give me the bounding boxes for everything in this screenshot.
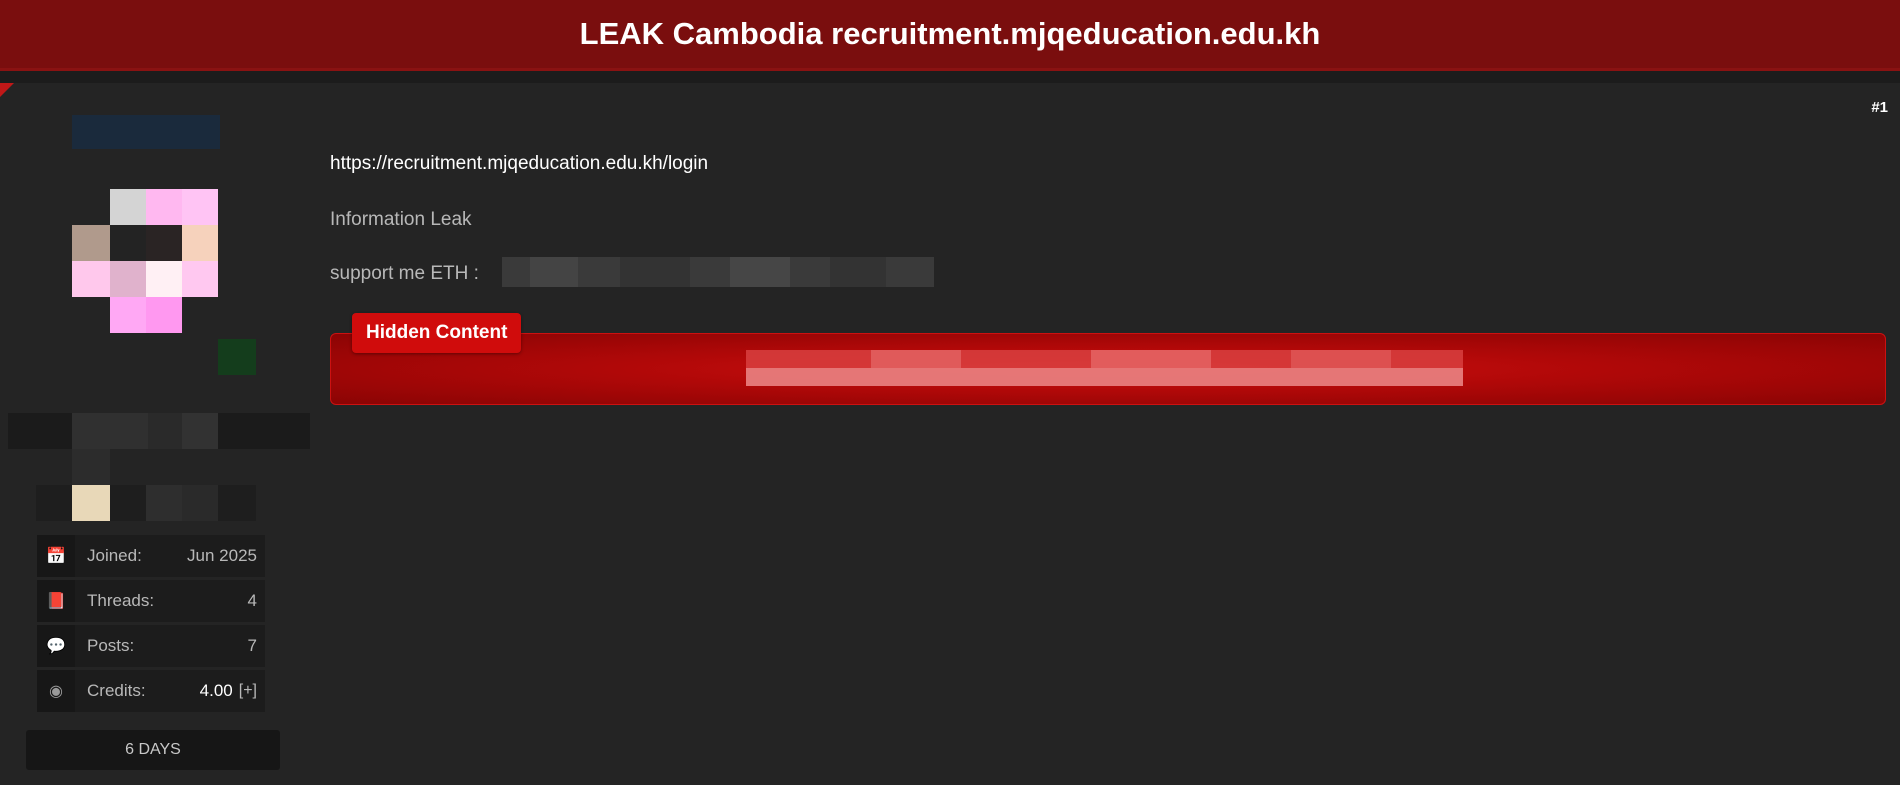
post-link[interactable]: https://recruitment.mjqeducation.edu.kh/… [330, 153, 708, 175]
post-info-text: Information Leak [330, 209, 472, 230]
header-divider [0, 71, 1900, 83]
support-text: support me ETH : [330, 263, 479, 284]
book-icon: 📕 [37, 580, 75, 622]
stat-credits: ◉ Credits: 4.00 [+] [37, 670, 265, 712]
stat-joined: 📅 Joined: Jun 2025 [37, 535, 265, 577]
thread-title: LEAK Cambodia recruitment.mjqeducation.e… [579, 16, 1321, 51]
post-number[interactable]: #1 [1871, 99, 1888, 116]
user-stats: 📅 Joined: Jun 2025 📕 Threads: 4 💬 Posts:… [37, 535, 265, 715]
coins-icon: ◉ [37, 670, 75, 712]
post-container: #1 📅 Joined: Jun 2025 📕 Threads: 4 💬 Pos… [0, 83, 1900, 785]
hidden-content-label: Hidden Content [352, 313, 522, 353]
add-credits-button[interactable]: [+] [239, 682, 265, 700]
thread-title-bar: LEAK Cambodia recruitment.mjqeducation.e… [0, 0, 1900, 71]
user-sidebar: 📅 Joined: Jun 2025 📕 Threads: 4 💬 Posts:… [0, 83, 320, 785]
online-indicator [218, 339, 256, 375]
calendar-icon: 📅 [37, 535, 75, 577]
hidden-content-box [330, 333, 1886, 405]
comments-icon: 💬 [37, 625, 75, 667]
user-status-badge: 6 DAYS [26, 730, 280, 770]
stat-threads: 📕 Threads: 4 [37, 580, 265, 622]
stat-posts: 💬 Posts: 7 [37, 625, 265, 667]
